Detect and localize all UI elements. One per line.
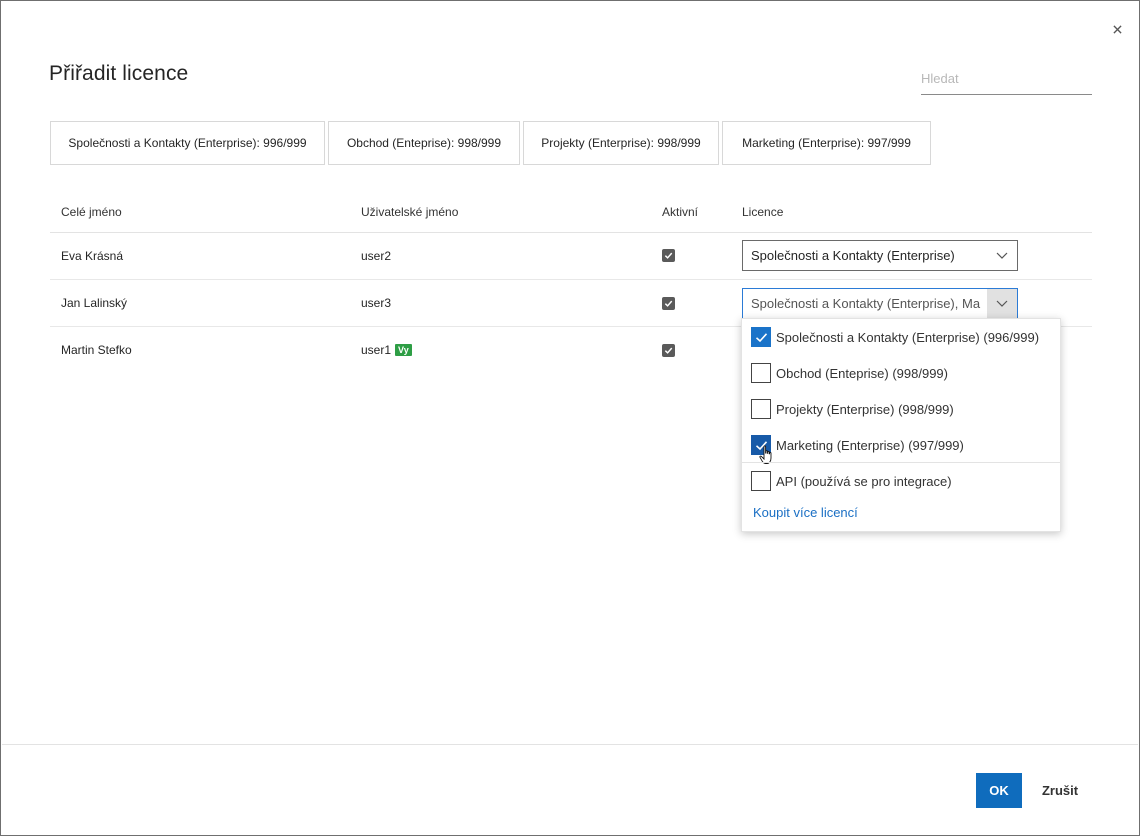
license-tile-projects: Projekty (Enterprise): 998/999 [523, 121, 719, 165]
license-tile-companies-contacts: Společnosti a Kontakty (Enterprise): 996… [50, 121, 325, 165]
checkbox-empty-icon [751, 399, 771, 419]
cancel-button[interactable]: Zrušit [1031, 773, 1089, 808]
checkbox-empty-icon [751, 363, 771, 383]
header-active: Aktivní [662, 205, 699, 219]
license-dropdown-menu: Společnosti a Kontakty (Enterprise) (996… [741, 318, 1061, 532]
username-text: user1 [361, 343, 392, 357]
checkbox-checked-icon [751, 327, 771, 347]
license-option-projects[interactable]: Projekty (Enterprise) (998/999) [751, 398, 954, 420]
license-summary-tiles: Společnosti a Kontakty (Enterprise): 996… [50, 121, 931, 165]
cell-username: user1 Vy [361, 343, 412, 357]
search-input[interactable] [921, 62, 1092, 95]
license-select-open[interactable]: Společnosti a Kontakty (Enterprise), Ma [742, 288, 1018, 319]
license-option-sales[interactable]: Obchod (Enteprise) (998/999) [751, 362, 948, 384]
cell-full-name: Martin Stefko [61, 343, 132, 357]
dialog-title: Přiřadit licence [49, 62, 189, 85]
assign-licenses-dialog: Přiřadit licence Společnosti a Kontakty … [0, 0, 1140, 836]
cell-username: user2 [361, 249, 392, 263]
ok-button[interactable]: OK [976, 773, 1022, 808]
table-header: Celé jméno Uživatelské jméno Aktivní Lic… [50, 189, 1092, 233]
table-row: Eva Krásná user2 Společnosti a Kontakty … [50, 233, 1092, 280]
you-badge: Vy [395, 344, 412, 356]
chevron-down-icon [987, 241, 1017, 270]
header-username: Uživatelské jméno [361, 205, 459, 219]
license-option-api[interactable]: API (používá se pro integrace) [751, 470, 952, 492]
header-full-name: Celé jméno [61, 205, 122, 219]
license-option-marketing[interactable]: Marketing (Enterprise) (997/999) [751, 434, 964, 456]
active-checkbox[interactable] [662, 344, 675, 357]
buy-more-licenses-link[interactable]: Koupit více licencí [753, 505, 858, 520]
active-checkbox[interactable] [662, 297, 675, 310]
option-label: API (používá se pro integrace) [776, 473, 952, 489]
option-label: Obchod (Enteprise) (998/999) [776, 365, 948, 381]
license-select[interactable]: Společnosti a Kontakty (Enterprise) [742, 240, 1018, 271]
cell-full-name: Eva Krásná [61, 249, 124, 263]
license-select-value: Společnosti a Kontakty (Enterprise) [751, 248, 955, 263]
cell-username: user3 [361, 296, 392, 310]
license-tile-sales: Obchod (Enteprise): 998/999 [328, 121, 520, 165]
option-label: Marketing (Enterprise) (997/999) [776, 437, 964, 453]
close-button[interactable] [1108, 20, 1126, 38]
checkmark-icon [662, 249, 675, 262]
header-license: Licence [742, 205, 784, 219]
license-tile-marketing: Marketing (Enterprise): 997/999 [722, 121, 931, 165]
cell-full-name: Jan Lalinský [61, 296, 128, 310]
checkmark-icon [662, 344, 675, 357]
checkmark-icon [662, 297, 675, 310]
footer-divider [2, 744, 1138, 745]
option-label: Společnosti a Kontakty (Enterprise) (996… [776, 329, 1040, 345]
dropdown-separator [742, 462, 1060, 463]
active-checkbox[interactable] [662, 249, 675, 262]
close-icon [1112, 24, 1122, 34]
option-label: Projekty (Enterprise) (998/999) [776, 401, 954, 417]
chevron-down-icon [987, 289, 1017, 318]
license-option-companies-contacts[interactable]: Společnosti a Kontakty (Enterprise) (996… [751, 326, 1039, 348]
license-select-value: Společnosti a Kontakty (Enterprise), Ma [751, 296, 981, 311]
checkbox-empty-icon [751, 471, 771, 491]
